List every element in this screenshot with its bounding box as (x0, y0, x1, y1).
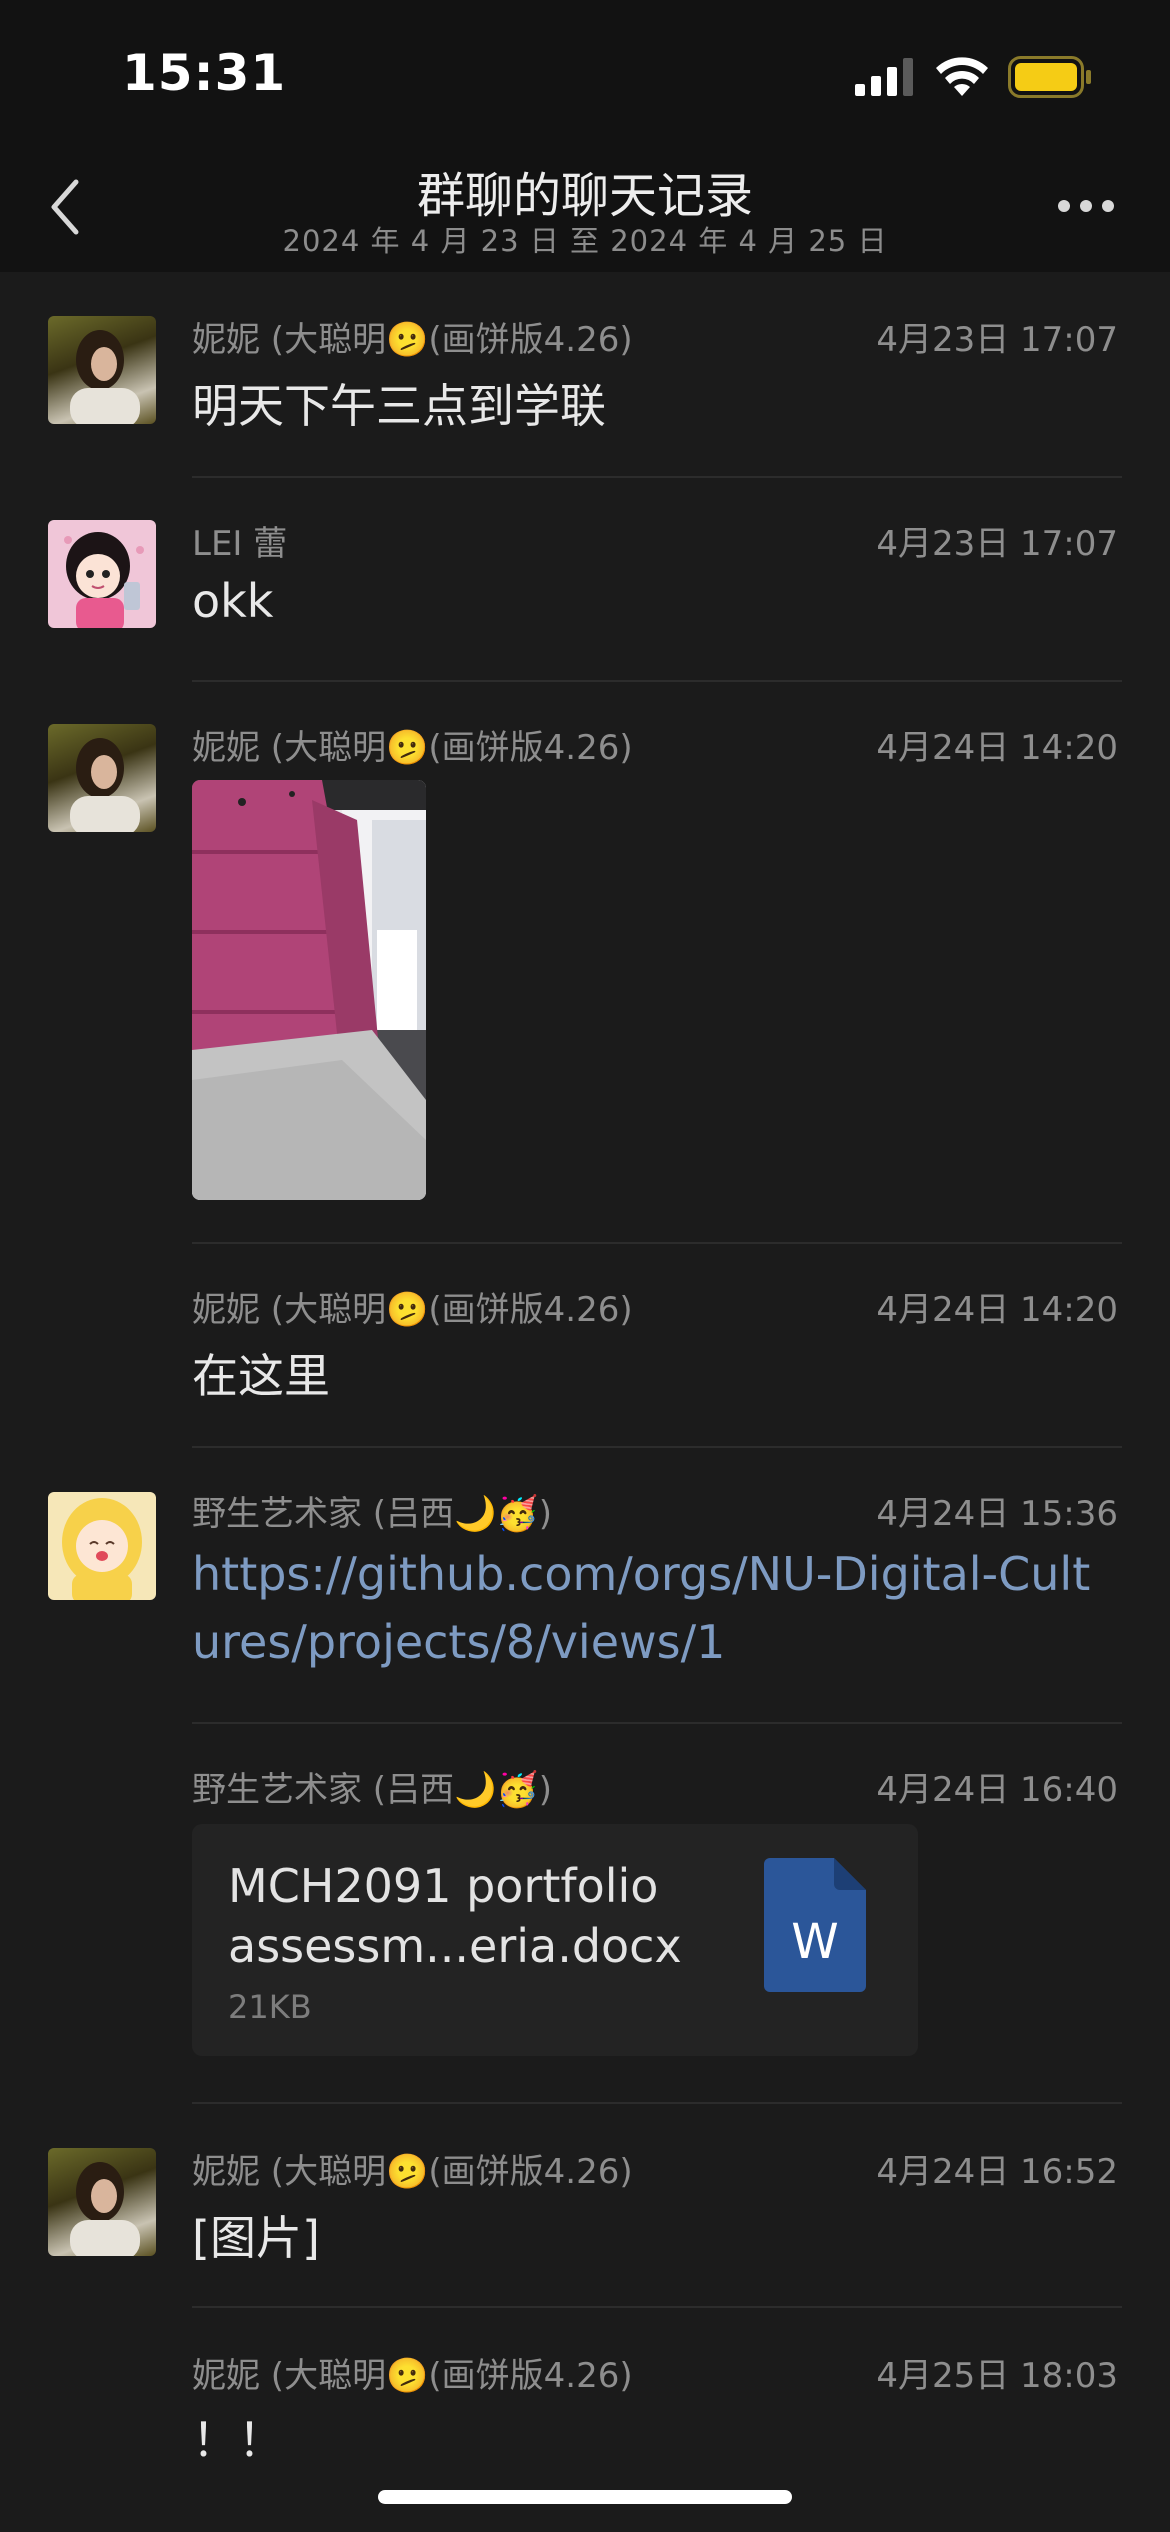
divider (192, 1722, 1122, 1724)
avatar[interactable] (48, 2148, 156, 2256)
divider (192, 1242, 1122, 1244)
status-time: 15:31 (122, 44, 287, 102)
message-time: 4月24日 14:20 (876, 728, 1118, 768)
date-range-subtitle: 2024 年 4 月 23 日 至 2024 年 4 月 25 日 (282, 224, 888, 258)
sender-name: 妮妮 (大聪明🫤(画饼版4.26) (192, 320, 633, 360)
message-time: 4月25日 18:03 (876, 2356, 1118, 2396)
status-bar: 15:31 (0, 0, 1170, 150)
divider (192, 2102, 1122, 2104)
avatar[interactable] (48, 316, 156, 424)
page-title: 群聊的聊天记录 (416, 168, 753, 224)
avatar[interactable] (48, 520, 156, 628)
message-link[interactable]: https://github.com/orgs/NU-Digital-Cultu… (192, 1540, 1112, 1676)
home-indicator[interactable] (378, 2490, 792, 2504)
sender-name: LEI 蕾 (192, 524, 288, 564)
battery-icon (1008, 56, 1091, 98)
photo-thumbnail[interactable] (192, 780, 426, 1200)
file-attachment-card[interactable]: MCH2091 portfolio assessm...eria.docx 21… (192, 1824, 918, 2056)
sender-name: 妮妮 (大聪明🫤(画饼版4.26) (192, 728, 633, 768)
word-document-icon: W (764, 1858, 866, 1992)
message-time: 4月24日 16:52 (876, 2152, 1118, 2192)
sender-name: 野生艺术家 (吕西🌙🥳) (192, 1770, 553, 1810)
message-time: 4月24日 14:20 (876, 1290, 1118, 1330)
sender-name: 妮妮 (大聪明🫤(画饼版4.26) (192, 1290, 633, 1330)
divider (192, 680, 1122, 682)
message-text: okk (192, 574, 274, 628)
message-time: 4月23日 17:07 (876, 320, 1118, 360)
message-text: [图片] (192, 2211, 320, 2265)
divider (192, 2306, 1122, 2308)
avatar[interactable] (48, 724, 156, 832)
sender-name: 妮妮 (大聪明🫤(画饼版4.26) (192, 2356, 633, 2396)
more-dots-icon[interactable] (1056, 196, 1116, 216)
message-text: 在这里 (192, 1349, 330, 1403)
message-time: 4月24日 16:40 (876, 1770, 1118, 1810)
divider (192, 476, 1122, 478)
sender-name: 野生艺术家 (吕西🌙🥳) (192, 1494, 553, 1534)
wifi-icon (936, 57, 988, 96)
word-icon-letter: W (791, 1914, 838, 1970)
message-time: 4月23日 17:07 (876, 524, 1118, 564)
cellular-signal-icon (855, 58, 913, 96)
avatar[interactable] (48, 1492, 156, 1600)
file-size: 21KB (228, 1988, 312, 2026)
sender-name: 妮妮 (大聪明🫤(画饼版4.26) (192, 2152, 633, 2192)
message-text: 明天下午三点到学联 (192, 379, 606, 433)
message-time: 4月24日 15:36 (876, 1494, 1118, 1534)
file-name: MCH2091 portfolio assessm...eria.docx (228, 1859, 682, 1973)
divider (192, 1446, 1122, 1448)
message-text: ！！ (192, 2413, 284, 2467)
